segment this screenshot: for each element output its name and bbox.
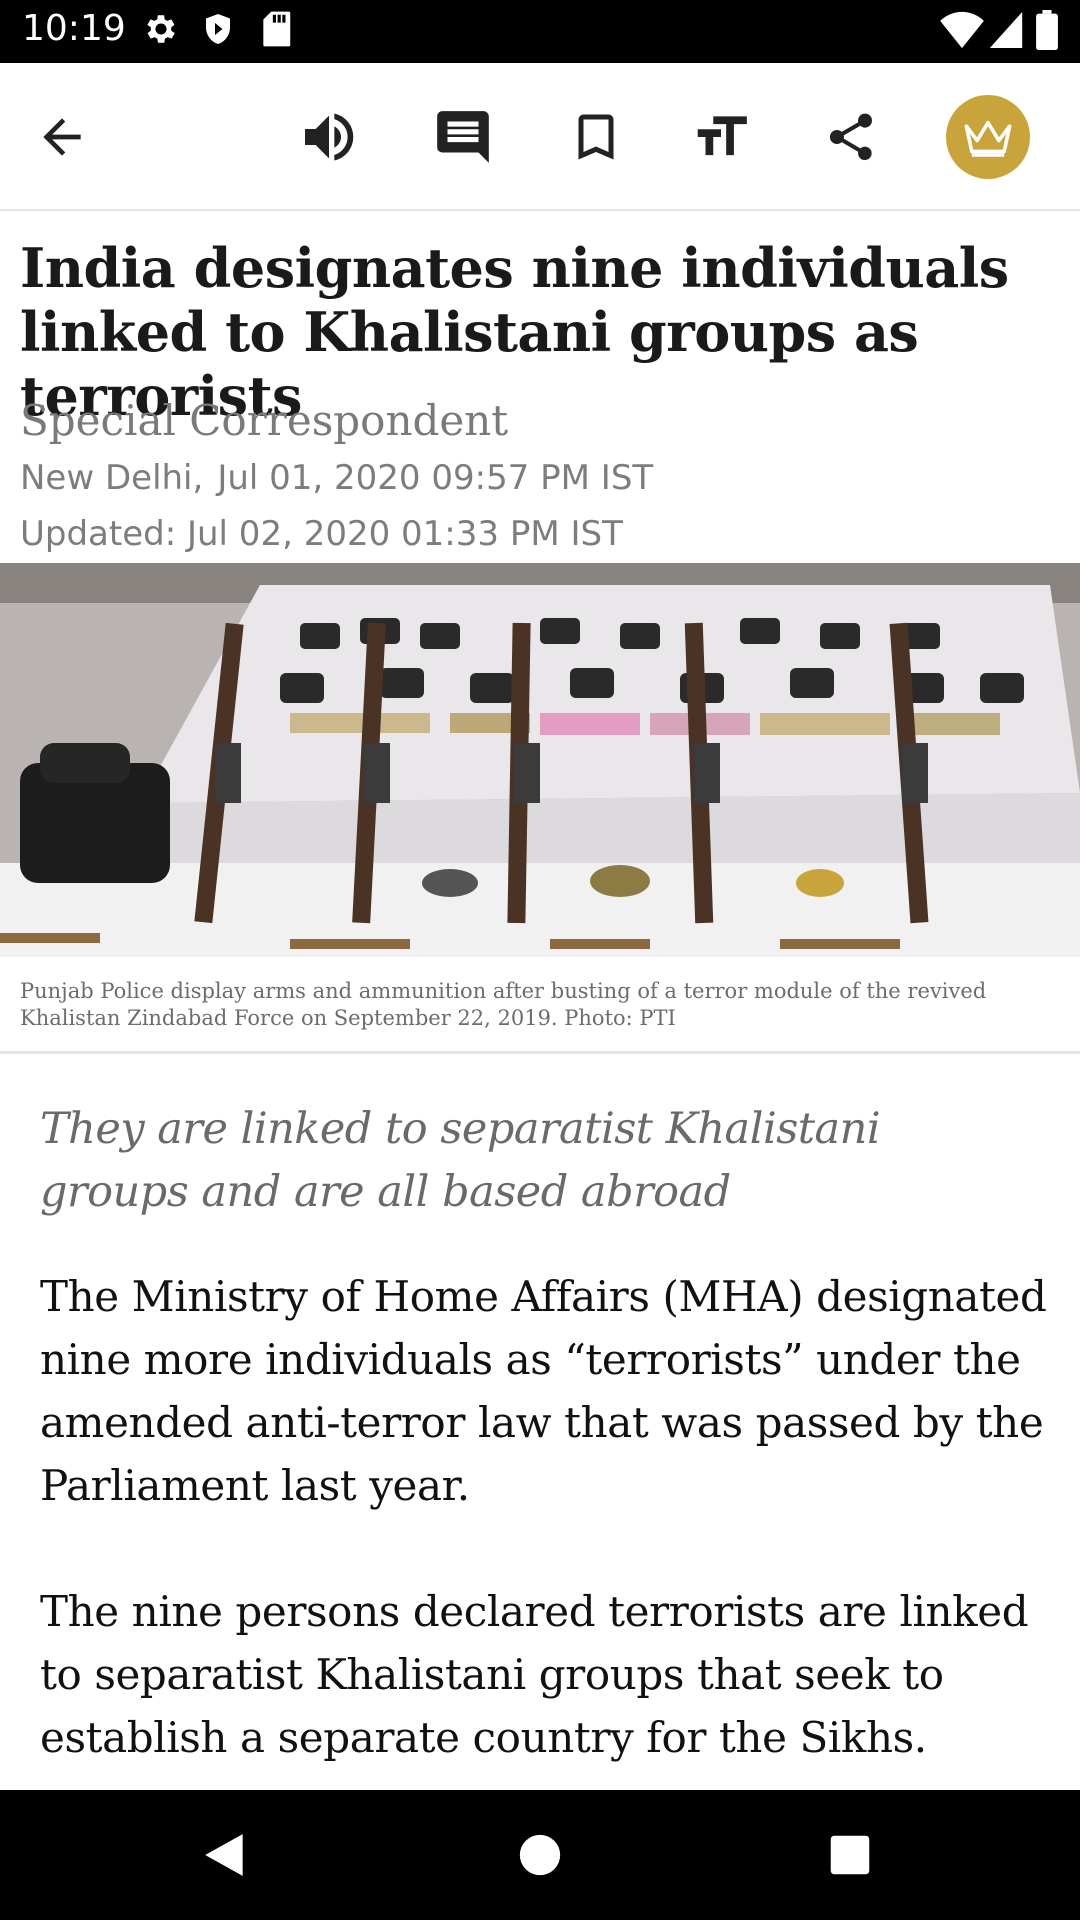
article-byline[interactable]: Special Correspondent [20, 396, 508, 445]
signal-icon [989, 12, 1023, 48]
status-time: 10:19 [22, 8, 126, 49]
share-button[interactable] [811, 97, 891, 177]
nav-recents-icon [830, 1835, 870, 1875]
article-dateline: New Delhi, Jul 01, 2020 09:57 PM IST [20, 458, 653, 498]
nav-recents-button[interactable] [810, 1820, 890, 1890]
bookmark-icon [578, 114, 614, 160]
nav-back-button[interactable] [186, 1820, 266, 1890]
article-summary: They are linked to separatist Khalistani… [40, 1104, 881, 1217]
article-toolbar [0, 63, 1080, 211]
article-published-date: Jul 01, 2020 09:57 PM IST [217, 458, 654, 498]
nav-back-icon [205, 1834, 243, 1876]
article-updated-date: Updated: Jul 02, 2020 01:33 PM IST [20, 514, 623, 554]
article-photo[interactable] [0, 563, 1080, 957]
status-bar: 10:19 [0, 0, 1080, 63]
system-nav-bar [0, 1790, 1080, 1920]
section-divider [0, 1051, 1080, 1054]
nav-home-icon [519, 1834, 561, 1876]
back-arrow-icon [43, 118, 81, 156]
premium-button[interactable] [946, 95, 1030, 179]
gear-icon [147, 15, 175, 43]
photo-caption: Punjab Police display arms and ammunitio… [20, 979, 987, 1030]
battery-icon [1036, 10, 1058, 50]
share-icon [829, 113, 872, 161]
comments-button[interactable] [423, 97, 503, 177]
text-size-button[interactable] [681, 97, 761, 177]
speaker-icon [305, 113, 354, 161]
shield-icon [206, 14, 230, 44]
article-location: New Delhi, [20, 458, 204, 498]
sd-card-icon [263, 11, 291, 47]
listen-button[interactable] [289, 97, 369, 177]
wifi-icon [940, 11, 984, 49]
crown-icon [964, 120, 1012, 157]
article-paragraph: The nine persons declared terrorists are… [40, 1587, 1029, 1762]
nav-home-button[interactable] [500, 1820, 580, 1890]
comment-icon [437, 111, 489, 163]
article-paragraph: The Ministry of Home Affairs (MHA) desig… [40, 1272, 1047, 1510]
text-size-icon [697, 116, 747, 156]
bookmark-button[interactable] [556, 97, 636, 177]
back-button[interactable] [22, 97, 102, 177]
